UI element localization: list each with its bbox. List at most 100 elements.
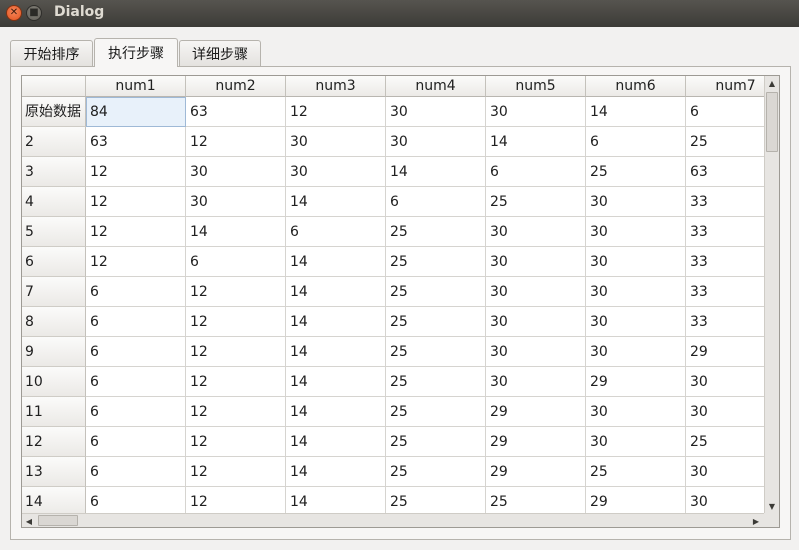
table-cell[interactable]: 14 [286, 397, 386, 427]
vertical-scrollbar[interactable]: ▲ ▼ [764, 76, 779, 513]
table-cell[interactable]: 6 [386, 187, 486, 217]
table-cell[interactable]: 14 [586, 97, 686, 127]
row-header[interactable]: 5 [22, 217, 86, 247]
table-cell[interactable]: 25 [386, 397, 486, 427]
table-cell[interactable]: 30 [486, 367, 586, 397]
table-cell[interactable]: 29 [486, 397, 586, 427]
column-header[interactable]: num1 [86, 76, 186, 97]
tab-execution-steps[interactable]: 执行步骤 [94, 38, 178, 67]
table-cell[interactable]: 30 [386, 97, 486, 127]
table-cell[interactable]: 30 [486, 247, 586, 277]
table-cell[interactable]: 14 [286, 457, 386, 487]
column-header[interactable]: num2 [186, 76, 286, 97]
row-header[interactable]: 3 [22, 157, 86, 187]
table-cell[interactable]: 25 [486, 187, 586, 217]
table-cell[interactable]: 6 [586, 127, 686, 157]
table-cell[interactable]: 30 [486, 217, 586, 247]
table-cell[interactable]: 12 [86, 217, 186, 247]
table-cell[interactable]: 63 [86, 127, 186, 157]
table-cell[interactable]: 30 [586, 187, 686, 217]
row-header[interactable]: 2 [22, 127, 86, 157]
minimize-icon[interactable]: ■ [26, 5, 42, 21]
table-cell[interactable]: 84 [86, 97, 186, 127]
table-cell[interactable]: 30 [586, 247, 686, 277]
table-cell[interactable]: 29 [486, 457, 586, 487]
column-header[interactable]: num6 [586, 76, 686, 97]
table-cell[interactable]: 25 [386, 427, 486, 457]
row-header[interactable]: 4 [22, 187, 86, 217]
column-header[interactable]: num5 [486, 76, 586, 97]
table-cell[interactable]: 25 [386, 217, 486, 247]
table-cell[interactable]: 29 [486, 427, 586, 457]
table-cell[interactable]: 25 [386, 247, 486, 277]
table-cell[interactable]: 25 [586, 457, 686, 487]
vertical-scroll-thumb[interactable] [766, 92, 778, 152]
table-cell[interactable]: 30 [486, 97, 586, 127]
table-cell[interactable]: 12 [186, 127, 286, 157]
table-cell[interactable]: 30 [586, 427, 686, 457]
table-cell[interactable]: 30 [486, 277, 586, 307]
table-cell[interactable]: 6 [486, 157, 586, 187]
row-header[interactable]: 原始数据 [22, 97, 86, 127]
table-cell[interactable]: 6 [86, 367, 186, 397]
table-cell[interactable]: 25 [586, 157, 686, 187]
scroll-down-icon[interactable]: ▼ [765, 499, 779, 513]
table-cell[interactable]: 6 [86, 307, 186, 337]
table-cell[interactable]: 14 [286, 247, 386, 277]
table-cell[interactable]: 14 [286, 187, 386, 217]
table-cell[interactable]: 25 [386, 457, 486, 487]
row-header[interactable]: 11 [22, 397, 86, 427]
table-cell[interactable]: 30 [186, 187, 286, 217]
table-cell[interactable]: 6 [86, 397, 186, 427]
steps-table[interactable]: num1 num2 num3 num4 num5 num6 num7 原始数据 84 63 12 30… [21, 75, 780, 528]
column-header[interactable]: num3 [286, 76, 386, 97]
table-cell[interactable]: 29 [586, 367, 686, 397]
row-header[interactable]: 8 [22, 307, 86, 337]
row-header[interactable]: 6 [22, 247, 86, 277]
table-cell[interactable]: 14 [286, 367, 386, 397]
table-cell[interactable]: 30 [586, 277, 686, 307]
table-cell[interactable]: 6 [86, 427, 186, 457]
table-cell[interactable]: 25 [386, 337, 486, 367]
table-cell[interactable]: 25 [386, 277, 486, 307]
scroll-left-icon[interactable]: ◀ [22, 514, 36, 528]
table-cell[interactable]: 30 [486, 307, 586, 337]
table-cell[interactable]: 30 [586, 307, 686, 337]
table-cell[interactable]: 25 [386, 307, 486, 337]
table-cell[interactable]: 30 [186, 157, 286, 187]
table-cell[interactable]: 6 [286, 217, 386, 247]
table-cell[interactable]: 30 [586, 337, 686, 367]
table-cell[interactable]: 30 [586, 217, 686, 247]
table-cell[interactable]: 30 [286, 127, 386, 157]
tab-start-sort[interactable]: 开始排序 [10, 40, 93, 66]
scroll-up-icon[interactable]: ▲ [765, 76, 779, 90]
table-cell[interactable]: 63 [186, 97, 286, 127]
table-cell[interactable]: 14 [286, 277, 386, 307]
table-cell[interactable]: 12 [186, 307, 286, 337]
horizontal-scrollbar[interactable]: ◀ ▶ [22, 513, 764, 527]
row-header[interactable]: 9 [22, 337, 86, 367]
table-cell[interactable]: 14 [286, 427, 386, 457]
table-cell[interactable]: 6 [86, 457, 186, 487]
row-header[interactable]: 13 [22, 457, 86, 487]
table-cell[interactable]: 12 [186, 427, 286, 457]
row-header[interactable]: 7 [22, 277, 86, 307]
table-cell[interactable]: 6 [86, 337, 186, 367]
scroll-right-icon[interactable]: ▶ [749, 514, 763, 528]
table-cell[interactable]: 14 [286, 337, 386, 367]
table-cell[interactable]: 12 [186, 457, 286, 487]
table-cell[interactable]: 12 [86, 187, 186, 217]
horizontal-scroll-thumb[interactable] [38, 515, 78, 526]
table-cell[interactable]: 14 [186, 217, 286, 247]
table-cell[interactable]: 6 [186, 247, 286, 277]
table-cell[interactable]: 12 [286, 97, 386, 127]
table-cell[interactable]: 12 [186, 397, 286, 427]
table-cell[interactable]: 12 [186, 337, 286, 367]
table-cell[interactable]: 30 [286, 157, 386, 187]
table-cell[interactable]: 14 [286, 307, 386, 337]
table-cell[interactable]: 6 [86, 277, 186, 307]
table-cell[interactable]: 14 [386, 157, 486, 187]
table-cell[interactable]: 25 [386, 367, 486, 397]
table-cell[interactable]: 12 [186, 367, 286, 397]
table-cell[interactable]: 30 [386, 127, 486, 157]
